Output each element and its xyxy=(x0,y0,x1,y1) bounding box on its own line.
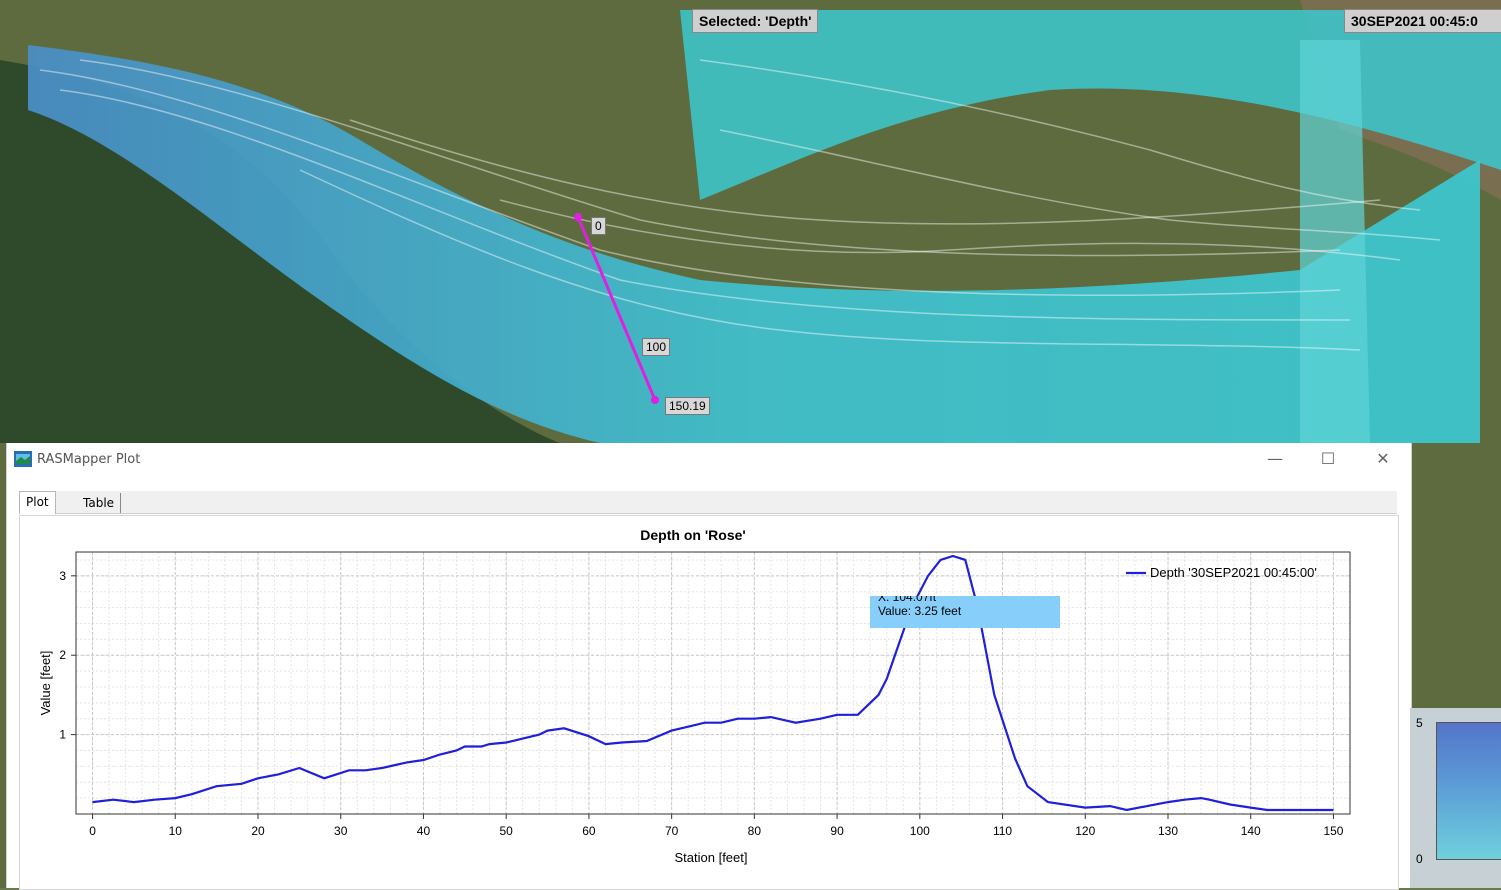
tab-plot[interactable]: Plot xyxy=(19,491,56,514)
rasmapper-plot-window[interactable]: RASMapper Plot — ☐ ✕ Plot Table 0 10 20 30 4… xyxy=(6,443,1412,890)
legend-entry: Depth '30SEP2021 00:45:00' xyxy=(1150,565,1317,580)
depth-color-ramp xyxy=(1436,722,1501,860)
value-tooltip: X: 104.07ft Value: 3.25 feet xyxy=(870,596,1060,628)
tooltip-x: X: 104.07ft xyxy=(878,596,937,604)
y-tick-label: 2 xyxy=(59,648,66,662)
y-tick-label: 3 xyxy=(59,569,66,583)
x-axis-label: Station [feet] xyxy=(675,850,748,865)
tooltip-value: Value: 3.25 feet xyxy=(878,604,962,618)
x-tick-label: 130 xyxy=(1158,824,1178,838)
y-axis-label: Value [feet] xyxy=(38,651,53,716)
ramp-min-label: 0 xyxy=(1416,852,1423,866)
rasmapper-app-icon xyxy=(14,451,32,467)
chart-title: Depth on 'Rose' xyxy=(640,527,745,543)
x-tick-label: 150 xyxy=(1323,824,1343,838)
x-tick-label: 20 xyxy=(251,824,265,838)
tab-strip: Plot Table xyxy=(19,491,1397,514)
station-label-mid: 100 xyxy=(642,338,671,356)
series-line-0 xyxy=(92,554,1334,812)
profile-end-vertex[interactable] xyxy=(651,396,659,404)
x-tick-label: 100 xyxy=(910,824,930,838)
x-tick-label: 70 xyxy=(665,824,679,838)
window-titlebar[interactable]: RASMapper Plot — ☐ ✕ xyxy=(7,443,1411,475)
maximize-button[interactable]: ☐ xyxy=(1310,447,1346,471)
x-tick-label: 140 xyxy=(1241,824,1261,838)
depth-color-ramp-panel: 5 0 xyxy=(1410,708,1501,888)
x-tick-label: 80 xyxy=(748,824,762,838)
x-tick-label: 10 xyxy=(169,824,183,838)
selected-layer-label: Selected: 'Depth' xyxy=(692,9,819,33)
depth-profile-chart[interactable]: 0 10 20 30 40 50 60 70 80 90 100 110 120 130 140 150 1 2 3… xyxy=(20,516,1398,889)
x-tick-label: 30 xyxy=(334,824,348,838)
road-channel xyxy=(1300,40,1370,443)
x-tick-label: 0 xyxy=(89,824,96,838)
station-label-start: 0 xyxy=(591,217,606,235)
station-label-end: 150.19 xyxy=(665,397,710,415)
x-tick-label: 110 xyxy=(993,824,1012,838)
y-tick-label: 1 xyxy=(59,728,66,742)
plot-panel[interactable]: 0 10 20 30 40 50 60 70 80 90 100 110 120 130 140 150 1 2 3… xyxy=(19,515,1399,890)
x-tick-label: 120 xyxy=(1075,824,1095,838)
close-button[interactable]: ✕ xyxy=(1365,447,1401,471)
ramp-max-label: 5 xyxy=(1416,716,1423,730)
tab-table[interactable]: Table xyxy=(77,493,122,513)
profile-start-vertex[interactable] xyxy=(574,213,582,221)
minimize-button[interactable]: — xyxy=(1257,447,1293,471)
x-tick-label: 50 xyxy=(500,824,514,838)
x-tick-label: 60 xyxy=(582,824,596,838)
map-time-label: 30SEP2021 00:45:0 xyxy=(1344,9,1501,33)
x-tick-label: 90 xyxy=(830,824,844,838)
x-tick-label: 40 xyxy=(417,824,431,838)
window-title: RASMapper Plot xyxy=(37,452,141,467)
